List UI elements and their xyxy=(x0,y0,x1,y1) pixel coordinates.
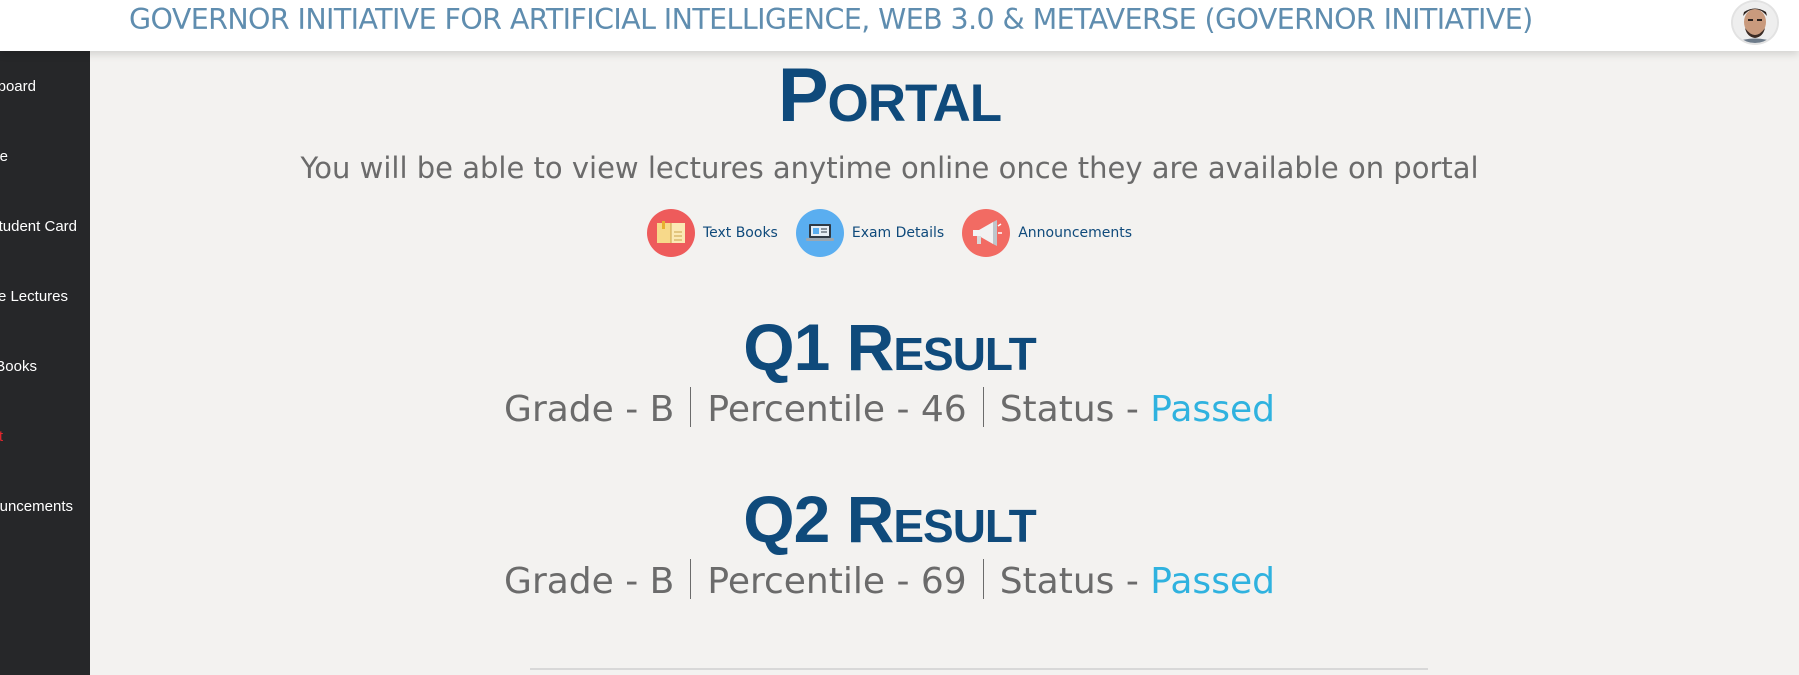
megaphone-icon xyxy=(962,209,1011,257)
sidebar-item-label: t xyxy=(0,428,3,445)
q2-status-label: Status - xyxy=(999,561,1151,602)
q2-result-details: Grade - B Percentile - 69 Status - Passed xyxy=(0,559,1779,607)
announcements-link[interactable]: Announcements xyxy=(962,209,1132,257)
sidebar-item-label: Books xyxy=(0,358,37,375)
sidebar-item-announcements[interactable]: uncements xyxy=(0,494,90,520)
quick-links: Text Books Exam Details Announcements xyxy=(0,207,1779,259)
text-books-label: Text Books xyxy=(702,225,778,241)
book-icon xyxy=(646,209,695,257)
divider xyxy=(690,559,692,599)
sidebar-item-books[interactable]: Books xyxy=(0,354,90,380)
section-divider xyxy=(530,668,1428,670)
sidebar-item-label: uncements xyxy=(0,498,73,515)
laptop-icon xyxy=(795,209,844,257)
q1-result-details: Grade - B Percentile - 46 Status - Passed xyxy=(0,387,1779,435)
exam-details-link[interactable]: Exam Details xyxy=(795,209,945,257)
top-header: GOVERNOR INITIATIVE FOR ARTIFICIAL INTEL… xyxy=(0,0,1799,51)
sidebar-item-label: tudent Card xyxy=(0,218,77,235)
sidebar-item-profile[interactable]: e xyxy=(0,144,90,170)
site-title: GOVERNOR INITIATIVE FOR ARTIFICIAL INTEL… xyxy=(129,3,1533,36)
page-title: Portal xyxy=(777,53,1002,138)
q1-status-label: Status - xyxy=(999,389,1151,430)
q2-grade: Grade - B xyxy=(504,561,675,602)
sidebar-item-lectures[interactable]: e Lectures xyxy=(0,284,90,310)
divider xyxy=(982,387,984,427)
sidebar-item-result[interactable]: t xyxy=(0,424,90,450)
avatar-image xyxy=(1733,2,1777,43)
main-content: Portal You will be able to view lectures… xyxy=(90,51,1799,675)
text-books-link[interactable]: Text Books xyxy=(646,209,778,257)
sidebar-item-dashboard[interactable]: board xyxy=(0,74,90,100)
divider xyxy=(982,559,984,599)
sidebar-item-label: e Lectures xyxy=(0,288,68,305)
announcements-label: Announcements xyxy=(1018,225,1133,241)
sidebar-item-label: e xyxy=(0,148,8,165)
sidebar-item-label: board xyxy=(0,78,36,95)
sidebar: board e tudent Card e Lectures Books t u… xyxy=(0,51,90,675)
user-avatar[interactable] xyxy=(1731,0,1779,45)
q1-result-title: Q1 Result xyxy=(743,310,1036,384)
q1-grade: Grade - B xyxy=(504,389,675,430)
q1-status-value: Passed xyxy=(1150,389,1275,430)
q2-percentile: Percentile - 69 xyxy=(707,561,967,602)
sidebar-item-student-card[interactable]: tudent Card xyxy=(0,214,90,240)
q2-status-value: Passed xyxy=(1150,561,1275,602)
exam-details-label: Exam Details xyxy=(851,225,945,241)
q2-result-title: Q2 Result xyxy=(743,482,1036,556)
divider xyxy=(690,387,692,427)
page-subtitle: You will be able to view lectures anytim… xyxy=(300,151,1479,185)
q1-percentile: Percentile - 46 xyxy=(707,389,967,430)
